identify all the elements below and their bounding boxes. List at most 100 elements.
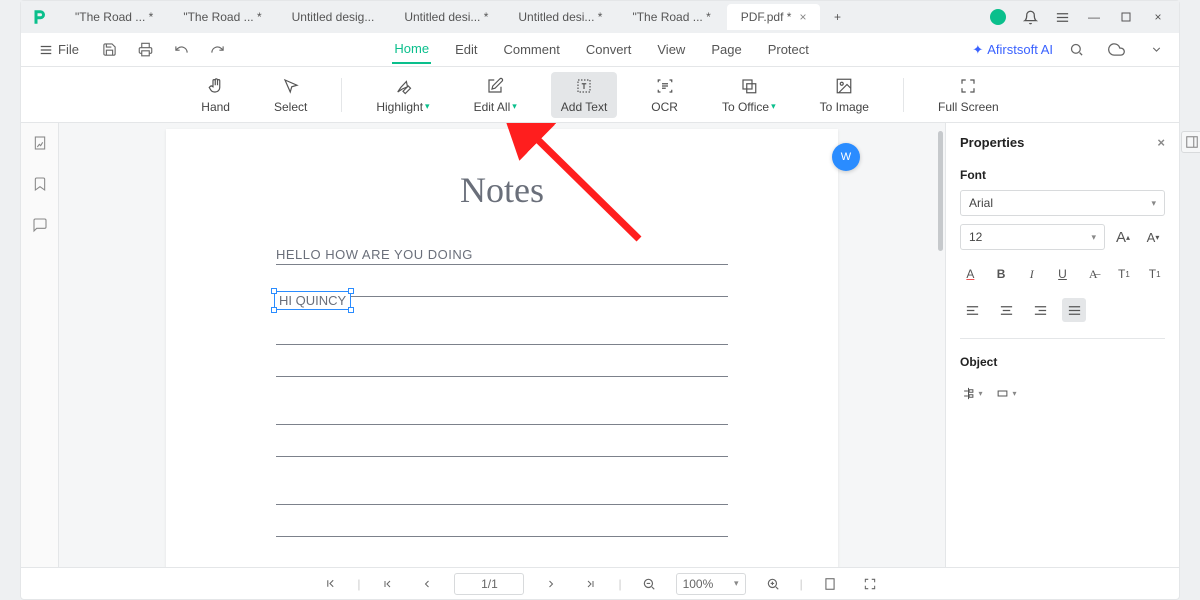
properties-panel: Properties × Font Arial ▾ 12 ▾ A▴ A▾ A B… [945,123,1179,567]
hamburger-icon[interactable] [1047,2,1077,32]
zoom-select[interactable]: 100%▾ [676,573,746,595]
strikethrough-icon[interactable]: A̶ [1083,262,1104,286]
font-color-icon[interactable]: A [960,262,981,286]
properties-title: Properties [960,135,1024,150]
text-line [276,433,728,457]
highlight-tool[interactable]: Highlight▾ [366,72,439,118]
resize-handle[interactable] [271,288,277,294]
new-tab-button[interactable]: + [822,2,852,32]
fit-page-icon[interactable] [817,571,843,597]
document-page: W Notes HELLO HOW ARE YOU DOING HI QUINC… [166,129,838,567]
underline-icon[interactable]: U [1052,262,1073,286]
zoom-out-icon[interactable] [636,571,662,597]
chevron-down-icon[interactable] [1143,37,1169,63]
caret-icon: ▾ [771,101,776,112]
separator [341,78,342,112]
menu-icon [39,43,53,57]
panel-toggle-icon[interactable] [1181,131,1200,153]
cloud-icon[interactable] [1103,37,1129,63]
separator: | [618,577,621,591]
tab-2[interactable]: Untitled desig... [278,4,389,30]
tab-1[interactable]: "The Road ... * [169,4,275,30]
object-align-icon[interactable]: ▾ [960,381,984,405]
tab-6[interactable]: PDF.pdf * × [727,4,821,30]
zoom-in-icon[interactable] [760,571,786,597]
close-panel-icon[interactable]: × [1157,135,1165,150]
text-edit-box[interactable]: HI QUINCY [274,291,351,310]
align-left-icon[interactable] [960,298,984,322]
window-maximize-button[interactable] [1111,2,1141,32]
tab-0[interactable]: "The Road ... * [61,4,167,30]
menu-protect[interactable]: Protect [766,36,811,63]
first-icon[interactable] [374,571,400,597]
fullscreen-label: Full Screen [938,100,999,114]
menu-view[interactable]: View [655,36,687,63]
menu-comment[interactable]: Comment [501,36,561,63]
resize-handle[interactable] [348,307,354,313]
ocr-tool[interactable]: OCR [641,72,688,118]
first-page-icon[interactable] [317,571,343,597]
resize-handle[interactable] [348,288,354,294]
to-image-tool[interactable]: To Image [810,72,879,118]
tab-4[interactable]: Untitled desi... * [504,4,616,30]
add-text-tool[interactable]: Add Text [551,72,617,118]
separator [903,78,904,112]
object-distribute-icon[interactable]: ▾ [994,381,1018,405]
align-justify-icon[interactable] [1062,298,1086,322]
tab-3[interactable]: Untitled desi... * [390,4,502,30]
thumbnails-icon[interactable] [32,135,48,154]
separator: | [800,577,803,591]
bold-icon[interactable]: B [991,262,1012,286]
ai-label: Afirstsoft AI [987,42,1053,57]
edit-all-tool[interactable]: Edit All▾ [464,72,527,118]
print-icon[interactable] [133,37,159,63]
status-dot [983,2,1013,32]
office-icon [739,76,759,96]
image-icon [834,76,854,96]
comments-icon[interactable] [32,217,48,236]
word-badge-icon[interactable]: W [832,143,860,171]
align-right-icon[interactable] [1028,298,1052,322]
align-center-icon[interactable] [994,298,1018,322]
menu-convert[interactable]: Convert [584,36,634,63]
prev-page-icon[interactable] [414,571,440,597]
last-icon[interactable] [578,571,604,597]
select-tool[interactable]: Select [264,72,317,118]
superscript-icon[interactable]: T1 [1114,262,1135,286]
italic-icon[interactable]: I [1021,262,1042,286]
to-office-tool[interactable]: To Office▾ [712,72,786,118]
page-number-input[interactable]: 1/1 [454,573,524,595]
fit-width-icon[interactable] [857,571,883,597]
subscript-icon[interactable]: T1 [1144,262,1165,286]
search-icon[interactable] [1063,37,1089,63]
tab-5[interactable]: "The Road ... * [618,4,724,30]
menu-edit[interactable]: Edit [453,36,479,63]
window-close-button[interactable]: × [1143,2,1173,32]
undo-icon[interactable] [169,37,195,63]
ocr-icon [655,76,675,96]
ai-link[interactable]: ✦ Afirstsoft AI [972,42,1053,58]
bell-icon[interactable] [1015,2,1045,32]
menu-home[interactable]: Home [392,35,431,64]
font-family-select[interactable]: Arial ▾ [960,190,1165,216]
font-size-select[interactable]: 12 ▾ [960,224,1105,250]
resize-handle[interactable] [271,307,277,313]
close-icon[interactable]: × [799,10,806,24]
font-decrease-icon[interactable]: A▾ [1141,225,1165,249]
menu-page[interactable]: Page [709,36,743,63]
window-minimize-button[interactable]: — [1079,2,1109,32]
next-page-icon[interactable] [538,571,564,597]
font-increase-icon[interactable]: A▴ [1111,225,1135,249]
redo-icon[interactable] [205,37,231,63]
text-line [276,513,728,537]
bookmark-icon[interactable] [32,176,48,195]
scrollbar[interactable] [938,131,943,251]
text-line [276,353,728,377]
hand-tool[interactable]: Hand [191,72,240,118]
hand-label: Hand [201,100,230,114]
fullscreen-icon [958,76,978,96]
save-icon[interactable] [97,37,123,63]
file-menu[interactable]: File [31,38,87,61]
fullscreen-tool[interactable]: Full Screen [928,72,1009,118]
caret-icon: ▾ [1091,232,1096,243]
